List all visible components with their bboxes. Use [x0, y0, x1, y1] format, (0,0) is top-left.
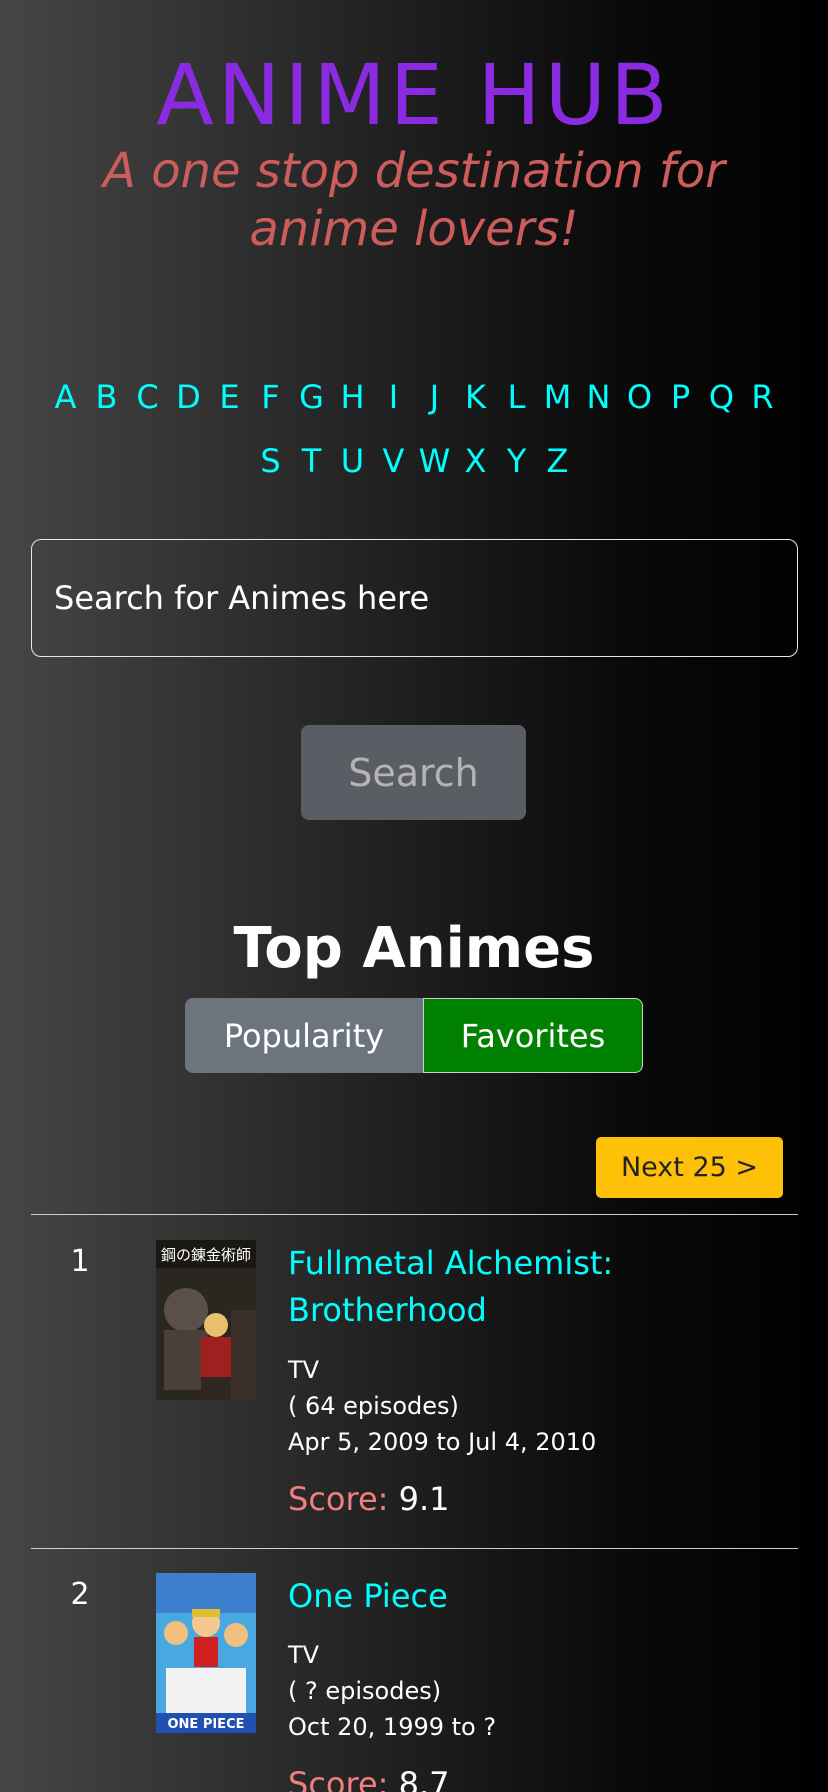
anime-score: Score: 9.1: [288, 1479, 449, 1519]
letter-link-v[interactable]: V: [373, 439, 414, 483]
anime-poster[interactable]: 鋼の錬金術師: [156, 1240, 256, 1400]
score-label: Score:: [288, 1765, 389, 1792]
letter-link-j[interactable]: J: [414, 375, 455, 419]
next-page-button[interactable]: Next 25 >: [596, 1137, 783, 1198]
score-value: 9.1: [398, 1480, 450, 1518]
letter-link-m[interactable]: M: [537, 375, 578, 419]
anime-type: TV: [288, 1356, 320, 1384]
score-label: Score:: [288, 1480, 389, 1518]
letter-link-f[interactable]: F: [250, 375, 291, 419]
anime-score: Score: 8.7: [288, 1764, 449, 1792]
search-button[interactable]: Search: [301, 725, 526, 820]
letter-link-k[interactable]: K: [455, 375, 496, 419]
letter-link-q[interactable]: Q: [701, 375, 742, 419]
app-subtitle: A one stop destination for anime lovers!: [103, 143, 725, 257]
anime-aired: Oct 20, 1999 to ?: [288, 1713, 497, 1741]
anime-title[interactable]: One Piece: [288, 1573, 788, 1620]
fma-poster-image: 鋼の錬金術師: [156, 1240, 256, 1400]
alphabet-filter: ABCDEFGHIJKLMNOPQR STUVWXYZ: [40, 375, 788, 483]
svg-text:鋼の錬金術師: 鋼の錬金術師: [161, 1246, 251, 1264]
letter-link-s[interactable]: S: [250, 439, 291, 483]
svg-text:ONE PIECE: ONE PIECE: [167, 1717, 244, 1732]
divider: [31, 1548, 798, 1549]
letter-link-o[interactable]: O: [619, 375, 660, 419]
score-value: 8.7: [398, 1765, 450, 1792]
letter-link-t[interactable]: T: [291, 439, 332, 483]
letter-link-u[interactable]: U: [332, 439, 373, 483]
favorites-tab[interactable]: Favorites: [423, 998, 643, 1073]
anime-aired: Apr 5, 2009 to Jul 4, 2010: [288, 1428, 597, 1456]
anime-rank: 1: [70, 1244, 90, 1279]
anime-poster[interactable]: ONE PIECE: [156, 1573, 256, 1733]
letter-link-l[interactable]: L: [496, 375, 537, 419]
letter-link-c[interactable]: C: [127, 375, 168, 419]
divider: [31, 1214, 798, 1215]
popularity-tab[interactable]: Popularity: [185, 998, 423, 1073]
letter-link-w[interactable]: W: [414, 439, 455, 483]
letter-link-n[interactable]: N: [578, 375, 619, 419]
anime-episodes: ( 64 episodes): [288, 1392, 459, 1420]
letter-link-e[interactable]: E: [209, 375, 250, 419]
letter-link-a[interactable]: A: [45, 375, 86, 419]
letter-link-r[interactable]: R: [742, 375, 783, 419]
letter-link-z[interactable]: Z: [537, 439, 578, 483]
search-input[interactable]: [31, 539, 798, 657]
anime-title[interactable]: Fullmetal Alchemist: Brotherhood: [288, 1240, 788, 1334]
letter-link-b[interactable]: B: [86, 375, 127, 419]
letter-link-g[interactable]: G: [291, 375, 332, 419]
top-animes-heading: Top Animes: [233, 916, 595, 981]
app-title: ANIME HUB: [156, 46, 672, 144]
letter-link-p[interactable]: P: [660, 375, 701, 419]
letter-link-d[interactable]: D: [168, 375, 209, 419]
letter-link-y[interactable]: Y: [496, 439, 537, 483]
anime-episodes: ( ? episodes): [288, 1677, 442, 1705]
letter-link-x[interactable]: X: [455, 439, 496, 483]
letter-link-i[interactable]: I: [373, 375, 414, 419]
sort-toggle: Popularity Favorites: [185, 998, 643, 1073]
letter-link-h[interactable]: H: [332, 375, 373, 419]
one-piece-poster-image: ONE PIECE: [156, 1573, 256, 1733]
anime-type: TV: [288, 1641, 320, 1669]
anime-rank: 2: [70, 1577, 90, 1612]
